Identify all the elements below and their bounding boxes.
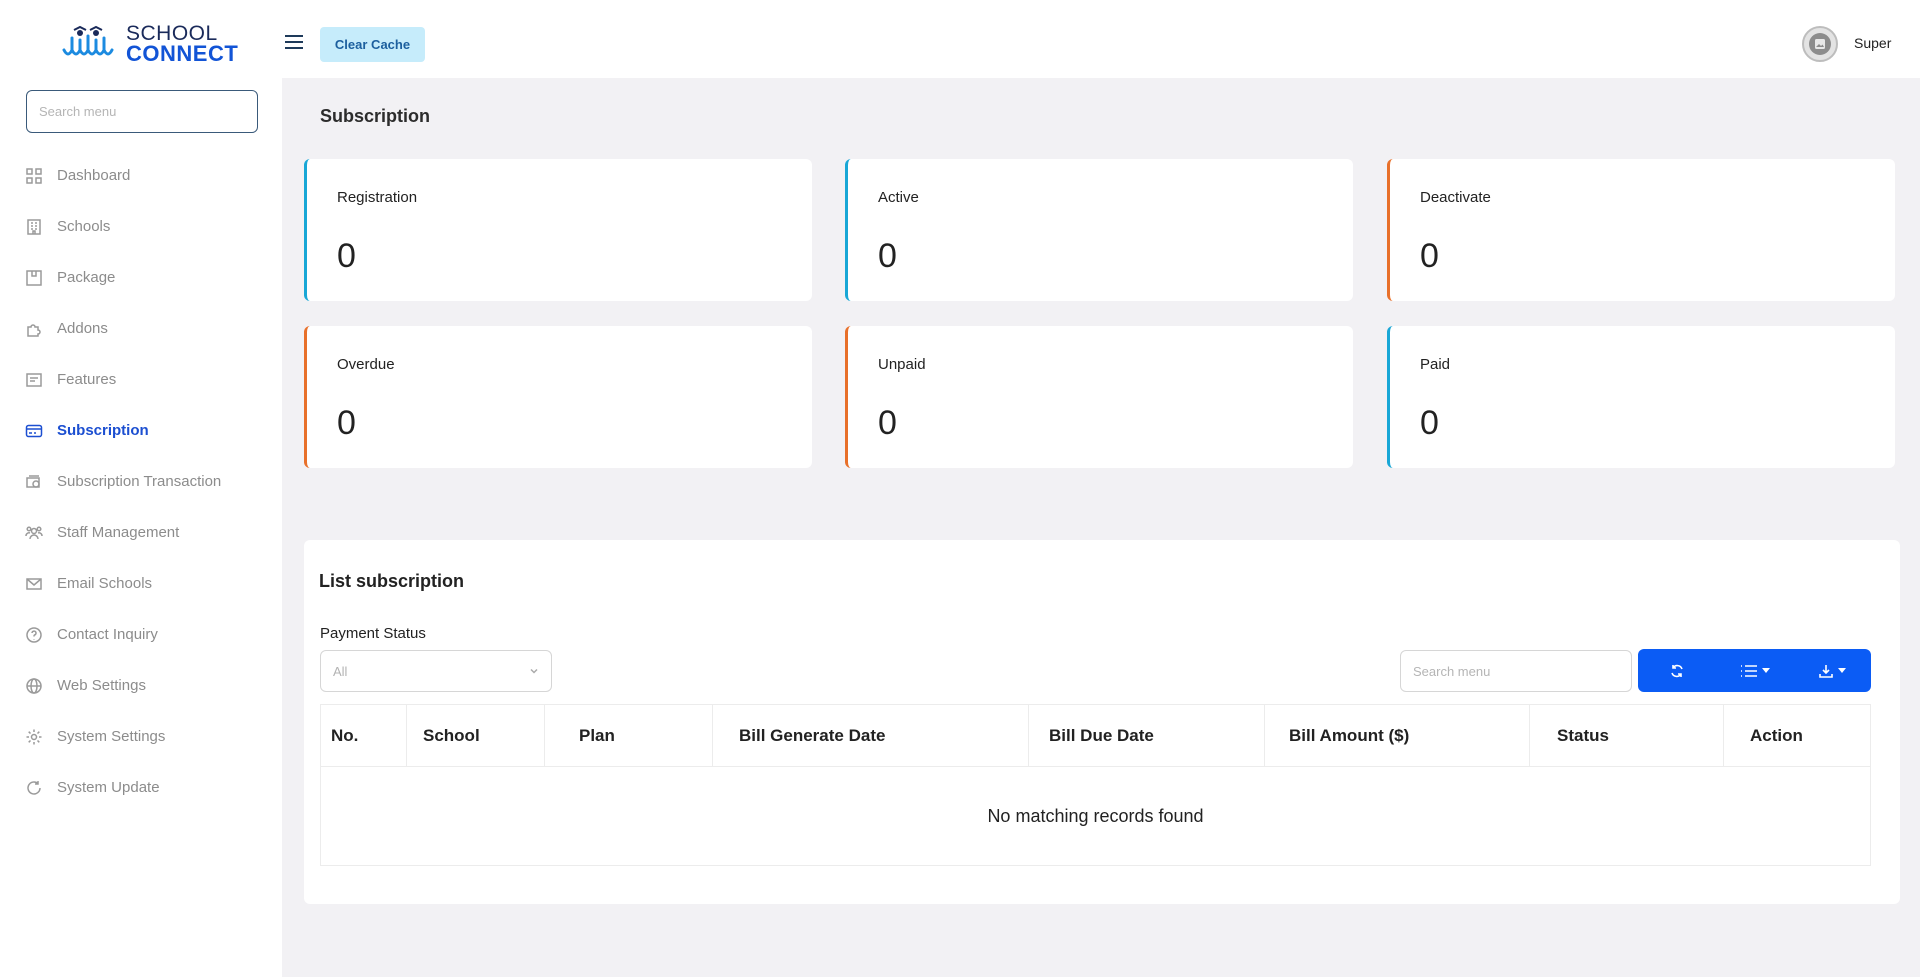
refresh-button[interactable] [1638, 649, 1716, 692]
table-toolbar [1638, 649, 1871, 692]
column-header-action[interactable]: Action [1723, 704, 1871, 767]
stat-card-paid: Paid 0 [1387, 326, 1895, 468]
sidebar-item-system-settings[interactable]: System Settings [0, 711, 282, 762]
stat-card-value: 0 [337, 404, 356, 442]
table-row: No matching records found [320, 766, 1871, 866]
column-header-bill-amount[interactable]: Bill Amount ($) [1264, 704, 1530, 767]
table-header-row: No. School Plan Bill Generate Date Bill … [320, 704, 1871, 767]
subscription-list-panel: List subscription Payment Status All No.… [304, 540, 1900, 904]
card-icon [25, 422, 43, 440]
column-header-no[interactable]: No. [320, 704, 407, 767]
column-header-bill-generate-date[interactable]: Bill Generate Date [712, 704, 1029, 767]
stat-card-label: Overdue [337, 356, 395, 373]
update-icon [25, 779, 43, 797]
stat-card-label: Paid [1420, 356, 1451, 373]
sidebar-item-addons[interactable]: Addons [0, 303, 282, 354]
sidebar-item-web-settings[interactable]: Web Settings [0, 660, 282, 711]
sidebar-item-label: Addons [57, 320, 108, 337]
sidebar-item-label: System Update [57, 779, 160, 796]
sidebar-item-package[interactable]: Package [0, 252, 282, 303]
page-title: Subscription [320, 106, 431, 126]
sidebar-item-system-update[interactable]: System Update [0, 762, 282, 813]
sidebar-item-label: System Settings [57, 728, 166, 745]
sidebar-item-label: Contact Inquiry [57, 626, 158, 643]
user-name[interactable]: Super [1854, 35, 1891, 51]
stat-card-overdue: Overdue 0 [304, 326, 812, 468]
caret-down-icon [1761, 668, 1770, 673]
money-icon [25, 473, 43, 491]
stat-card-unpaid: Unpaid 0 [845, 326, 1353, 468]
list-title: List subscription [319, 571, 465, 591]
column-header-bill-due-date[interactable]: Bill Due Date [1028, 704, 1265, 767]
sidebar-item-label: Staff Management [57, 524, 180, 541]
column-header-school[interactable]: School [406, 704, 545, 767]
grid-icon [25, 167, 43, 185]
sidebar-item-features[interactable]: Features [0, 354, 282, 405]
image-placeholder-icon [1809, 33, 1831, 55]
brand-line-2: CONNECT [126, 41, 239, 66]
sidebar-item-label: Package [57, 269, 116, 286]
brand-logo[interactable]: SCHOOL CONNECT [62, 22, 238, 66]
gear-icon [25, 728, 43, 746]
export-button[interactable] [1793, 649, 1871, 692]
avatar[interactable] [1802, 26, 1838, 62]
sidebar-item-dashboard[interactable]: Dashboard [0, 150, 282, 201]
stat-card-label: Deactivate [1420, 189, 1491, 206]
stat-card-deactivate: Deactivate 0 [1387, 159, 1895, 301]
payment-status-value: All [333, 663, 348, 679]
caret-down-icon [1838, 668, 1847, 673]
sidebar-item-label: Email Schools [57, 575, 153, 592]
sidebar-menu: Dashboard Schools Package Addons Feature… [0, 150, 282, 813]
features-icon [25, 371, 43, 389]
sidebar-item-label: Features [57, 371, 117, 388]
sidebar-item-schools[interactable]: Schools [0, 201, 282, 252]
table-search-input[interactable] [1400, 650, 1632, 692]
package-icon [25, 269, 43, 287]
chevron-down-icon [530, 668, 538, 674]
school-connect-logo-icon [62, 25, 114, 56]
sidebar-item-label: Schools [57, 218, 111, 235]
columns-toggle-button[interactable] [1716, 649, 1794, 692]
payment-status-select[interactable]: All [320, 650, 552, 692]
refresh-icon [1671, 664, 1683, 677]
mail-icon [25, 575, 43, 593]
sidebar-item-staff-management[interactable]: Staff Management [0, 507, 282, 558]
stat-card-active: Active 0 [845, 159, 1353, 301]
users-icon [25, 524, 43, 542]
stat-card-registration: Registration 0 [304, 159, 812, 301]
menu-toggle-icon[interactable] [285, 35, 305, 51]
download-icon [1819, 664, 1833, 678]
sidebar-item-label: Dashboard [57, 167, 131, 184]
stat-card-value: 0 [1420, 237, 1439, 275]
stat-card-label: Active [878, 189, 919, 206]
stat-card-value: 0 [1420, 404, 1439, 442]
building-icon [25, 218, 43, 236]
stat-card-label: Unpaid [878, 356, 926, 373]
globe-icon [25, 677, 43, 695]
sidebar-search-input[interactable] [26, 90, 258, 133]
column-header-status[interactable]: Status [1529, 704, 1724, 767]
puzzle-icon [25, 320, 43, 338]
stat-card-value: 0 [337, 237, 356, 275]
sidebar-item-subscription-transaction[interactable]: Subscription Transaction [0, 456, 282, 507]
topbar: Clear Cache Super [282, 0, 1920, 78]
sidebar-item-email-schools[interactable]: Email Schools [0, 558, 282, 609]
sidebar: SCHOOL CONNECT Dashboard Schools Package… [0, 0, 282, 977]
sidebar-item-label: Subscription Transaction [57, 473, 222, 490]
clear-cache-button[interactable]: Clear Cache [320, 27, 425, 62]
subscription-table: No. School Plan Bill Generate Date Bill … [320, 704, 1871, 866]
stat-card-value: 0 [878, 404, 897, 442]
payment-status-label: Payment Status [320, 625, 426, 642]
column-header-plan[interactable]: Plan [544, 704, 713, 767]
sidebar-item-label: Web Settings [57, 677, 146, 694]
stat-card-value: 0 [878, 237, 897, 275]
brand-text: SCHOOL CONNECT [126, 23, 239, 66]
sidebar-item-contact-inquiry[interactable]: Contact Inquiry [0, 609, 282, 660]
help-icon [25, 626, 43, 644]
list-icon [1740, 664, 1757, 677]
empty-message: No matching records found [320, 766, 1871, 866]
stat-card-label: Registration [337, 189, 418, 206]
sidebar-item-subscription[interactable]: Subscription [0, 405, 282, 456]
sidebar-item-label: Subscription [57, 422, 149, 439]
